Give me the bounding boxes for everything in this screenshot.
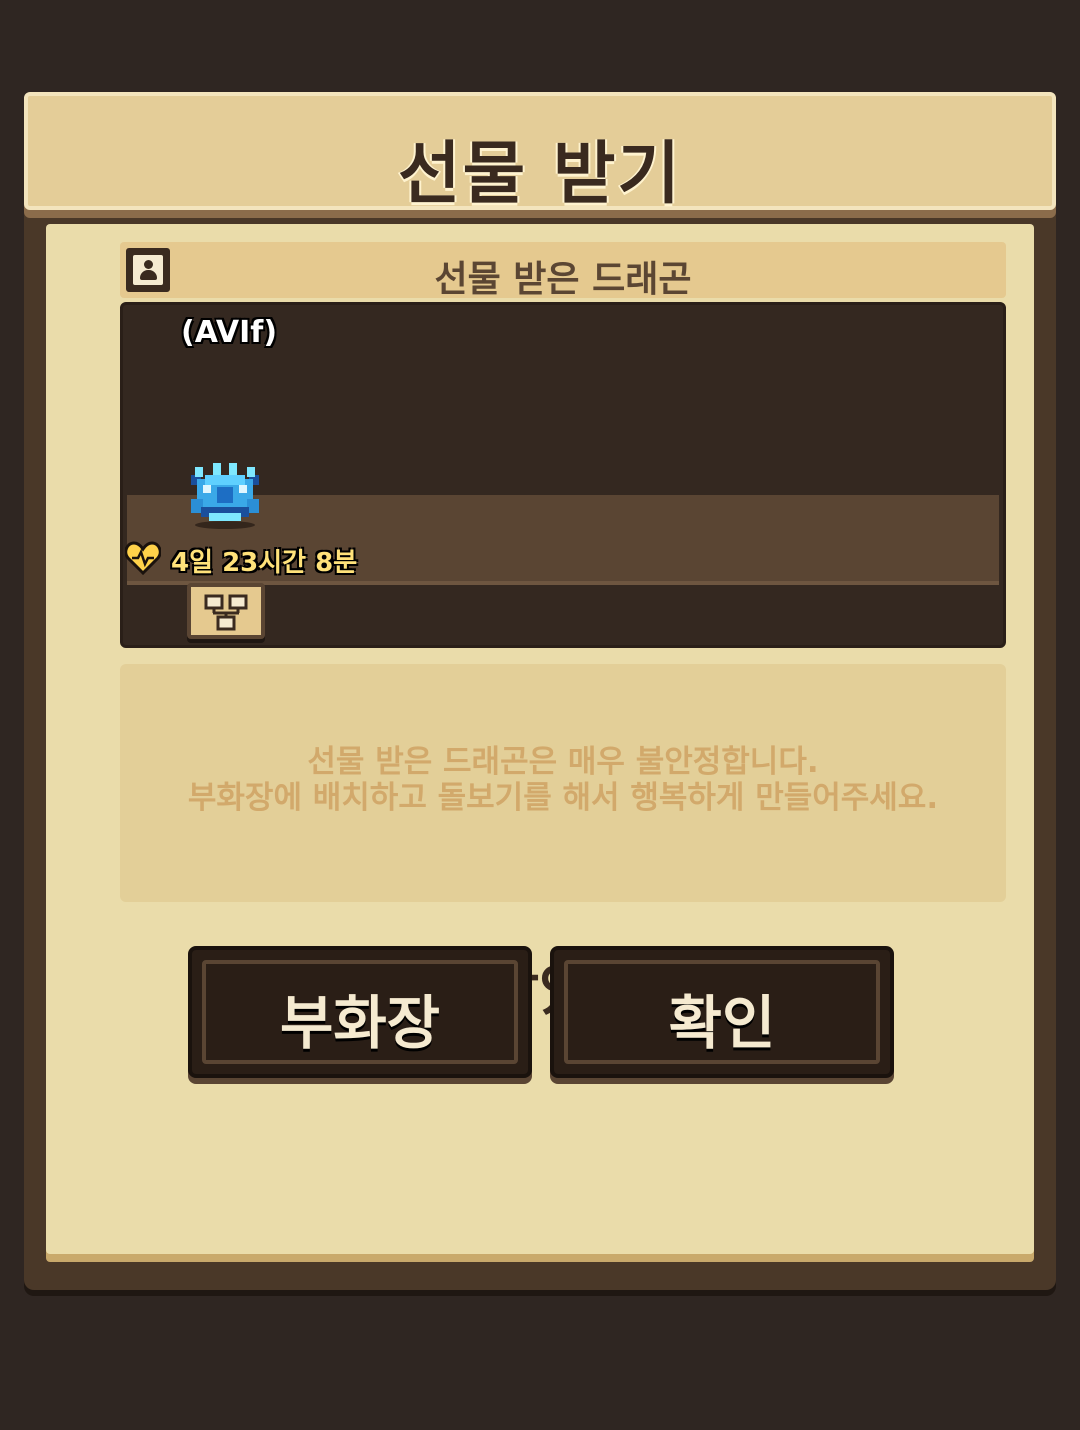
timer-text: 4일 23시간 8분	[171, 548, 358, 578]
confirm-button[interactable]: 확인	[550, 946, 894, 1078]
incubator-button[interactable]: 부화장	[188, 946, 532, 1078]
family-tree-icon	[204, 594, 248, 631]
dragon-name: (AVIf)	[181, 315, 278, 350]
info-line-2: 부화장에 배치하고 돌보기를 해서 행복하게 만들어주세요.	[187, 780, 939, 816]
gift-dialog: 선물 받기 선물 받은 드래곤 (AVIf) 4일 23시간 8분 선물 받은 …	[24, 92, 1056, 1290]
confirm-button-label: 확인	[668, 989, 776, 1057]
info-line-1: 선물 받은 드래곤은 매우 불안정합니다.	[307, 744, 819, 780]
family-tree-button[interactable]	[187, 583, 265, 639]
dragon-card: (AVIf) 4일 23시간 8분	[120, 302, 1006, 648]
incubator-button-label: 부화장	[279, 989, 441, 1057]
dialog-body: 선물 받은 드래곤 (AVIf) 4일 23시간 8분 선물 받은 드래곤은 매…	[46, 224, 1034, 1254]
dialog-title-bar: 선물 받기	[24, 92, 1056, 214]
section-header: 선물 받은 드래곤	[120, 242, 1006, 300]
info-text: 선물 받은 드래곤은 매우 불안정합니다. 부화장에 배치하고 돌보기를 해서 …	[120, 744, 1006, 816]
dialog-title: 선물 받기	[398, 135, 682, 214]
heart-icon	[125, 541, 161, 575]
info-box: 선물 받은 드래곤은 매우 불안정합니다. 부화장에 배치하고 돌보기를 해서 …	[120, 664, 1006, 902]
dragon-sprite-icon	[191, 463, 259, 529]
section-title: 선물 받은 드래곤	[434, 259, 692, 300]
